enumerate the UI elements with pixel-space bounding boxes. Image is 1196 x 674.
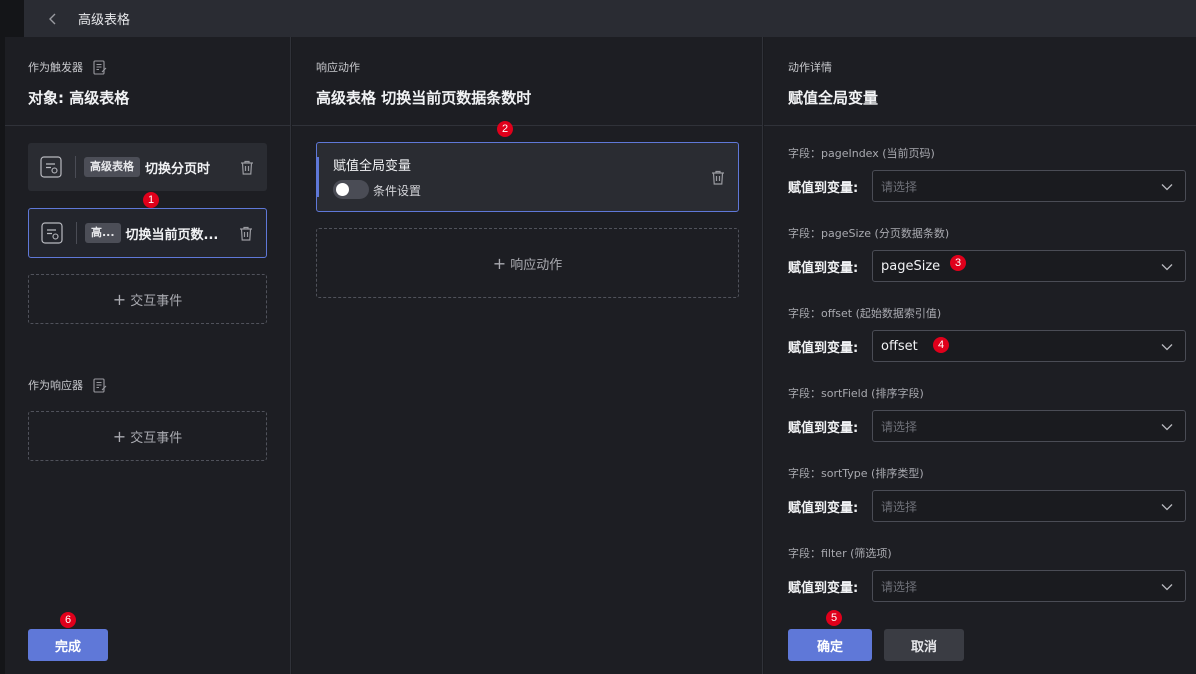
select-placeholder: 请选择 xyxy=(881,499,918,514)
component-tag: 高... xyxy=(85,223,121,243)
action-card[interactable]: 赋值全局变量 条件设置 xyxy=(316,142,739,212)
variable-select[interactable]: pageSize xyxy=(872,250,1186,282)
trigger-panel: 作为触发器 对象: 高级表格 高级表格 切换分页时 高... 切换当前页数...… xyxy=(5,37,291,674)
detail-title: 赋值全局变量 xyxy=(788,89,879,107)
field-row: 赋值到变量: offset xyxy=(788,330,1186,362)
annotation-badge: 5 xyxy=(826,610,842,626)
event-list-icon xyxy=(39,155,63,179)
chevron-down-icon xyxy=(1161,581,1173,593)
done-button[interactable]: 完成 xyxy=(28,629,108,661)
separator xyxy=(76,222,77,244)
assign-label: 赋值到变量: xyxy=(788,180,859,196)
select-placeholder: 请选择 xyxy=(881,419,918,434)
document-edit-icon[interactable] xyxy=(93,59,107,75)
select-value: offset xyxy=(881,338,918,354)
response-panel: 响应动作 高级表格 切换当前页数据条数时 赋值全局变量 条件设置 + 响应动作 xyxy=(292,37,763,674)
select-value: pageSize xyxy=(881,258,941,274)
action-title: 赋值全局变量 xyxy=(333,159,412,174)
annotation-badge: 3 xyxy=(950,255,966,271)
condition-toggle[interactable] xyxy=(333,180,369,199)
field-row: 赋值到变量: 请选择 xyxy=(788,170,1186,202)
event-card-selected[interactable]: 高... 切换当前页数... xyxy=(28,208,267,258)
chevron-down-icon xyxy=(1161,181,1173,193)
detail-section-label: 动作详情 xyxy=(788,61,832,74)
plus-icon: + xyxy=(492,253,507,273)
chevron-down-icon xyxy=(1161,501,1173,513)
variable-select[interactable]: 请选择 xyxy=(872,490,1186,522)
trigger-section-label: 作为触发器 xyxy=(28,59,107,75)
event-name: 切换分页时 xyxy=(145,161,211,177)
field-row: 赋值到变量: pageSize xyxy=(788,250,1186,282)
field-label: 字段：sortField (排序字段) xyxy=(788,387,924,400)
field-label: 字段：pageSize (分页数据条数) xyxy=(788,227,950,240)
condition-label: 条件设置 xyxy=(373,184,422,198)
toggle-knob xyxy=(336,183,349,196)
top-bar: 高级表格 xyxy=(24,0,1196,37)
document-edit-icon[interactable] xyxy=(93,377,107,393)
assign-label: 赋值到变量: xyxy=(788,420,859,436)
annotation-badge: 4 xyxy=(933,337,949,353)
field-row: 赋值到变量: 请选择 xyxy=(788,570,1186,602)
add-action-label: 响应动作 xyxy=(510,257,563,273)
select-placeholder: 请选择 xyxy=(881,179,918,194)
assign-label: 赋值到变量: xyxy=(788,340,859,356)
window-edge xyxy=(0,0,24,37)
annotation-badge: 1 xyxy=(143,192,159,208)
chevron-down-icon xyxy=(1161,341,1173,353)
action-detail-panel: 动作详情 赋值全局变量 字段：pageIndex (当前页码) 赋值到变量: 请… xyxy=(764,37,1196,674)
annotation-badge: 6 xyxy=(60,612,76,628)
confirm-button[interactable]: 确定 xyxy=(788,629,872,661)
event-list-icon xyxy=(40,221,64,245)
event-name: 切换当前页数... xyxy=(125,227,219,243)
event-card[interactable]: 高级表格 切换分页时 xyxy=(28,143,267,191)
variable-select[interactable]: 请选择 xyxy=(872,410,1186,442)
add-event-label: 交互事件 xyxy=(130,430,183,446)
variable-select[interactable]: 请选择 xyxy=(872,170,1186,202)
chevron-down-icon xyxy=(1161,261,1173,273)
variable-select[interactable]: offset xyxy=(872,330,1186,362)
trash-icon[interactable] xyxy=(710,169,726,185)
page-title: 高级表格 xyxy=(78,13,131,28)
response-title: 高级表格 切换当前页数据条数时 xyxy=(316,89,532,107)
object-title: 对象: 高级表格 xyxy=(28,89,130,107)
section-divider xyxy=(292,125,763,126)
section-divider xyxy=(5,125,290,126)
plus-icon: + xyxy=(112,289,127,309)
select-placeholder: 请选择 xyxy=(881,579,918,594)
add-event-button[interactable]: + 交互事件 xyxy=(28,274,267,324)
assign-label: 赋值到变量: xyxy=(788,260,859,276)
response-section-label: 响应动作 xyxy=(316,61,360,74)
section-divider xyxy=(764,125,1196,126)
field-label: 字段：sortType (排序类型) xyxy=(788,467,924,480)
assign-label: 赋值到变量: xyxy=(788,580,859,596)
assign-label: 赋值到变量: xyxy=(788,500,859,516)
component-tag: 高级表格 xyxy=(84,157,140,177)
field-label: 字段：pageIndex (当前页码) xyxy=(788,147,935,160)
selection-accent xyxy=(316,157,319,197)
add-action-button[interactable]: + 响应动作 xyxy=(316,228,739,298)
plus-icon: + xyxy=(112,426,127,446)
add-responder-event-button[interactable]: + 交互事件 xyxy=(28,411,267,461)
back-arrow-icon[interactable] xyxy=(46,12,60,26)
annotation-badge: 2 xyxy=(497,121,513,137)
chevron-down-icon xyxy=(1161,421,1173,433)
field-row: 赋值到变量: 请选择 xyxy=(788,490,1186,522)
cancel-button[interactable]: 取消 xyxy=(884,629,964,661)
separator xyxy=(75,156,76,178)
responder-section-label: 作为响应器 xyxy=(28,377,107,393)
field-label: 字段：filter (筛选项) xyxy=(788,547,892,560)
variable-select[interactable]: 请选择 xyxy=(872,570,1186,602)
add-event-label: 交互事件 xyxy=(130,293,183,309)
trash-icon[interactable] xyxy=(239,159,255,175)
field-label: 字段：offset (起始数据索引值) xyxy=(788,307,942,320)
field-row: 赋值到变量: 请选择 xyxy=(788,410,1186,442)
trash-icon[interactable] xyxy=(238,225,254,241)
